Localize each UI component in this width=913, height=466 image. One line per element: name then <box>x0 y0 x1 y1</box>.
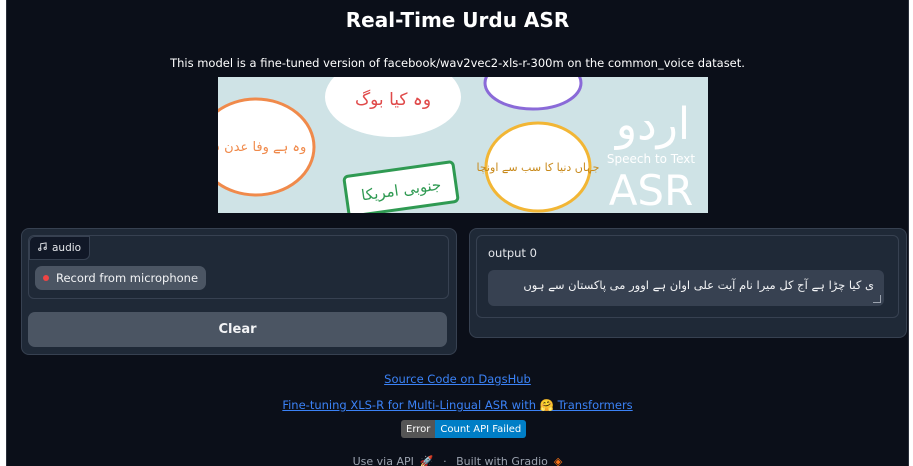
input-panel: audio Record from microphone Clear <box>21 228 457 355</box>
output-block: output 0 ی کیا چڑا ہے آج کل میرا نام آیت… <box>476 235 899 318</box>
built-with-gradio-link[interactable]: Built with Gradio <box>456 455 548 466</box>
footer-separator: · <box>443 455 447 466</box>
music-note-icon <box>38 242 47 254</box>
audio-tag: audio <box>29 236 91 260</box>
banner-bubble-text: وہ کیا بوگ <box>355 89 431 110</box>
banner-logo-urdu: اردو <box>614 99 690 150</box>
page-title: Real-Time Urdu ASR <box>345 8 570 32</box>
record-dot-icon <box>43 275 49 281</box>
output-label: output 0 <box>488 246 537 260</box>
use-via-api-link[interactable]: Use via API <box>353 455 414 466</box>
source-code-link[interactable]: Source Code on DagsHub <box>7 372 908 386</box>
banner-image: وہ کیا بوگ وہ ہے وفا عدن ہو جہاں دنیا کا… <box>218 77 708 213</box>
record-label: Record from microphone <box>56 271 199 285</box>
output-textarea[interactable]: ی کیا چڑا ہے آج کل میرا نام آیت علی اوان… <box>488 270 884 306</box>
banner-logo-subtext: Speech to Text <box>607 152 695 166</box>
banner-bubble-text: جہاں دنیا کا سب سے اونچا <box>477 161 600 174</box>
clear-button[interactable]: Clear <box>28 312 447 347</box>
badge-right: Count API Failed <box>435 420 527 438</box>
page-description: This model is a fine-tuned version of fa… <box>170 56 745 70</box>
gradio-logo-icon: ◈ <box>553 455 563 466</box>
audio-tag-label: audio <box>52 242 82 254</box>
app-container: Real-Time Urdu ASR This model is a fine-… <box>6 0 909 466</box>
record-from-microphone-button[interactable]: Record from microphone <box>35 266 207 290</box>
footer: Use via API 🚀 · Built with Gradio ◈ <box>7 455 908 466</box>
audio-input: audio Record from microphone <box>28 235 449 299</box>
banner-illustration: وہ کیا بوگ وہ ہے وفا عدن ہو جہاں دنیا کا… <box>218 77 708 213</box>
badge-left: Error <box>401 420 436 438</box>
banner-logo-main: ASR <box>609 166 694 213</box>
resize-handle-icon[interactable] <box>873 295 881 303</box>
output-text: ی کیا چڑا ہے آج کل میرا نام آیت علی اوان… <box>523 278 874 292</box>
banner-bubble-text: وہ ہے وفا عدن ہو <box>218 140 306 155</box>
tutorial-link[interactable]: Fine-tuning XLS-R for Multi-Lingual ASR … <box>7 398 908 412</box>
rocket-icon: 🚀 <box>419 455 434 466</box>
count-api-badge: Error Count API Failed <box>401 420 527 438</box>
output-panel: output 0 ی کیا چڑا ہے آج کل میرا نام آیت… <box>469 228 907 338</box>
